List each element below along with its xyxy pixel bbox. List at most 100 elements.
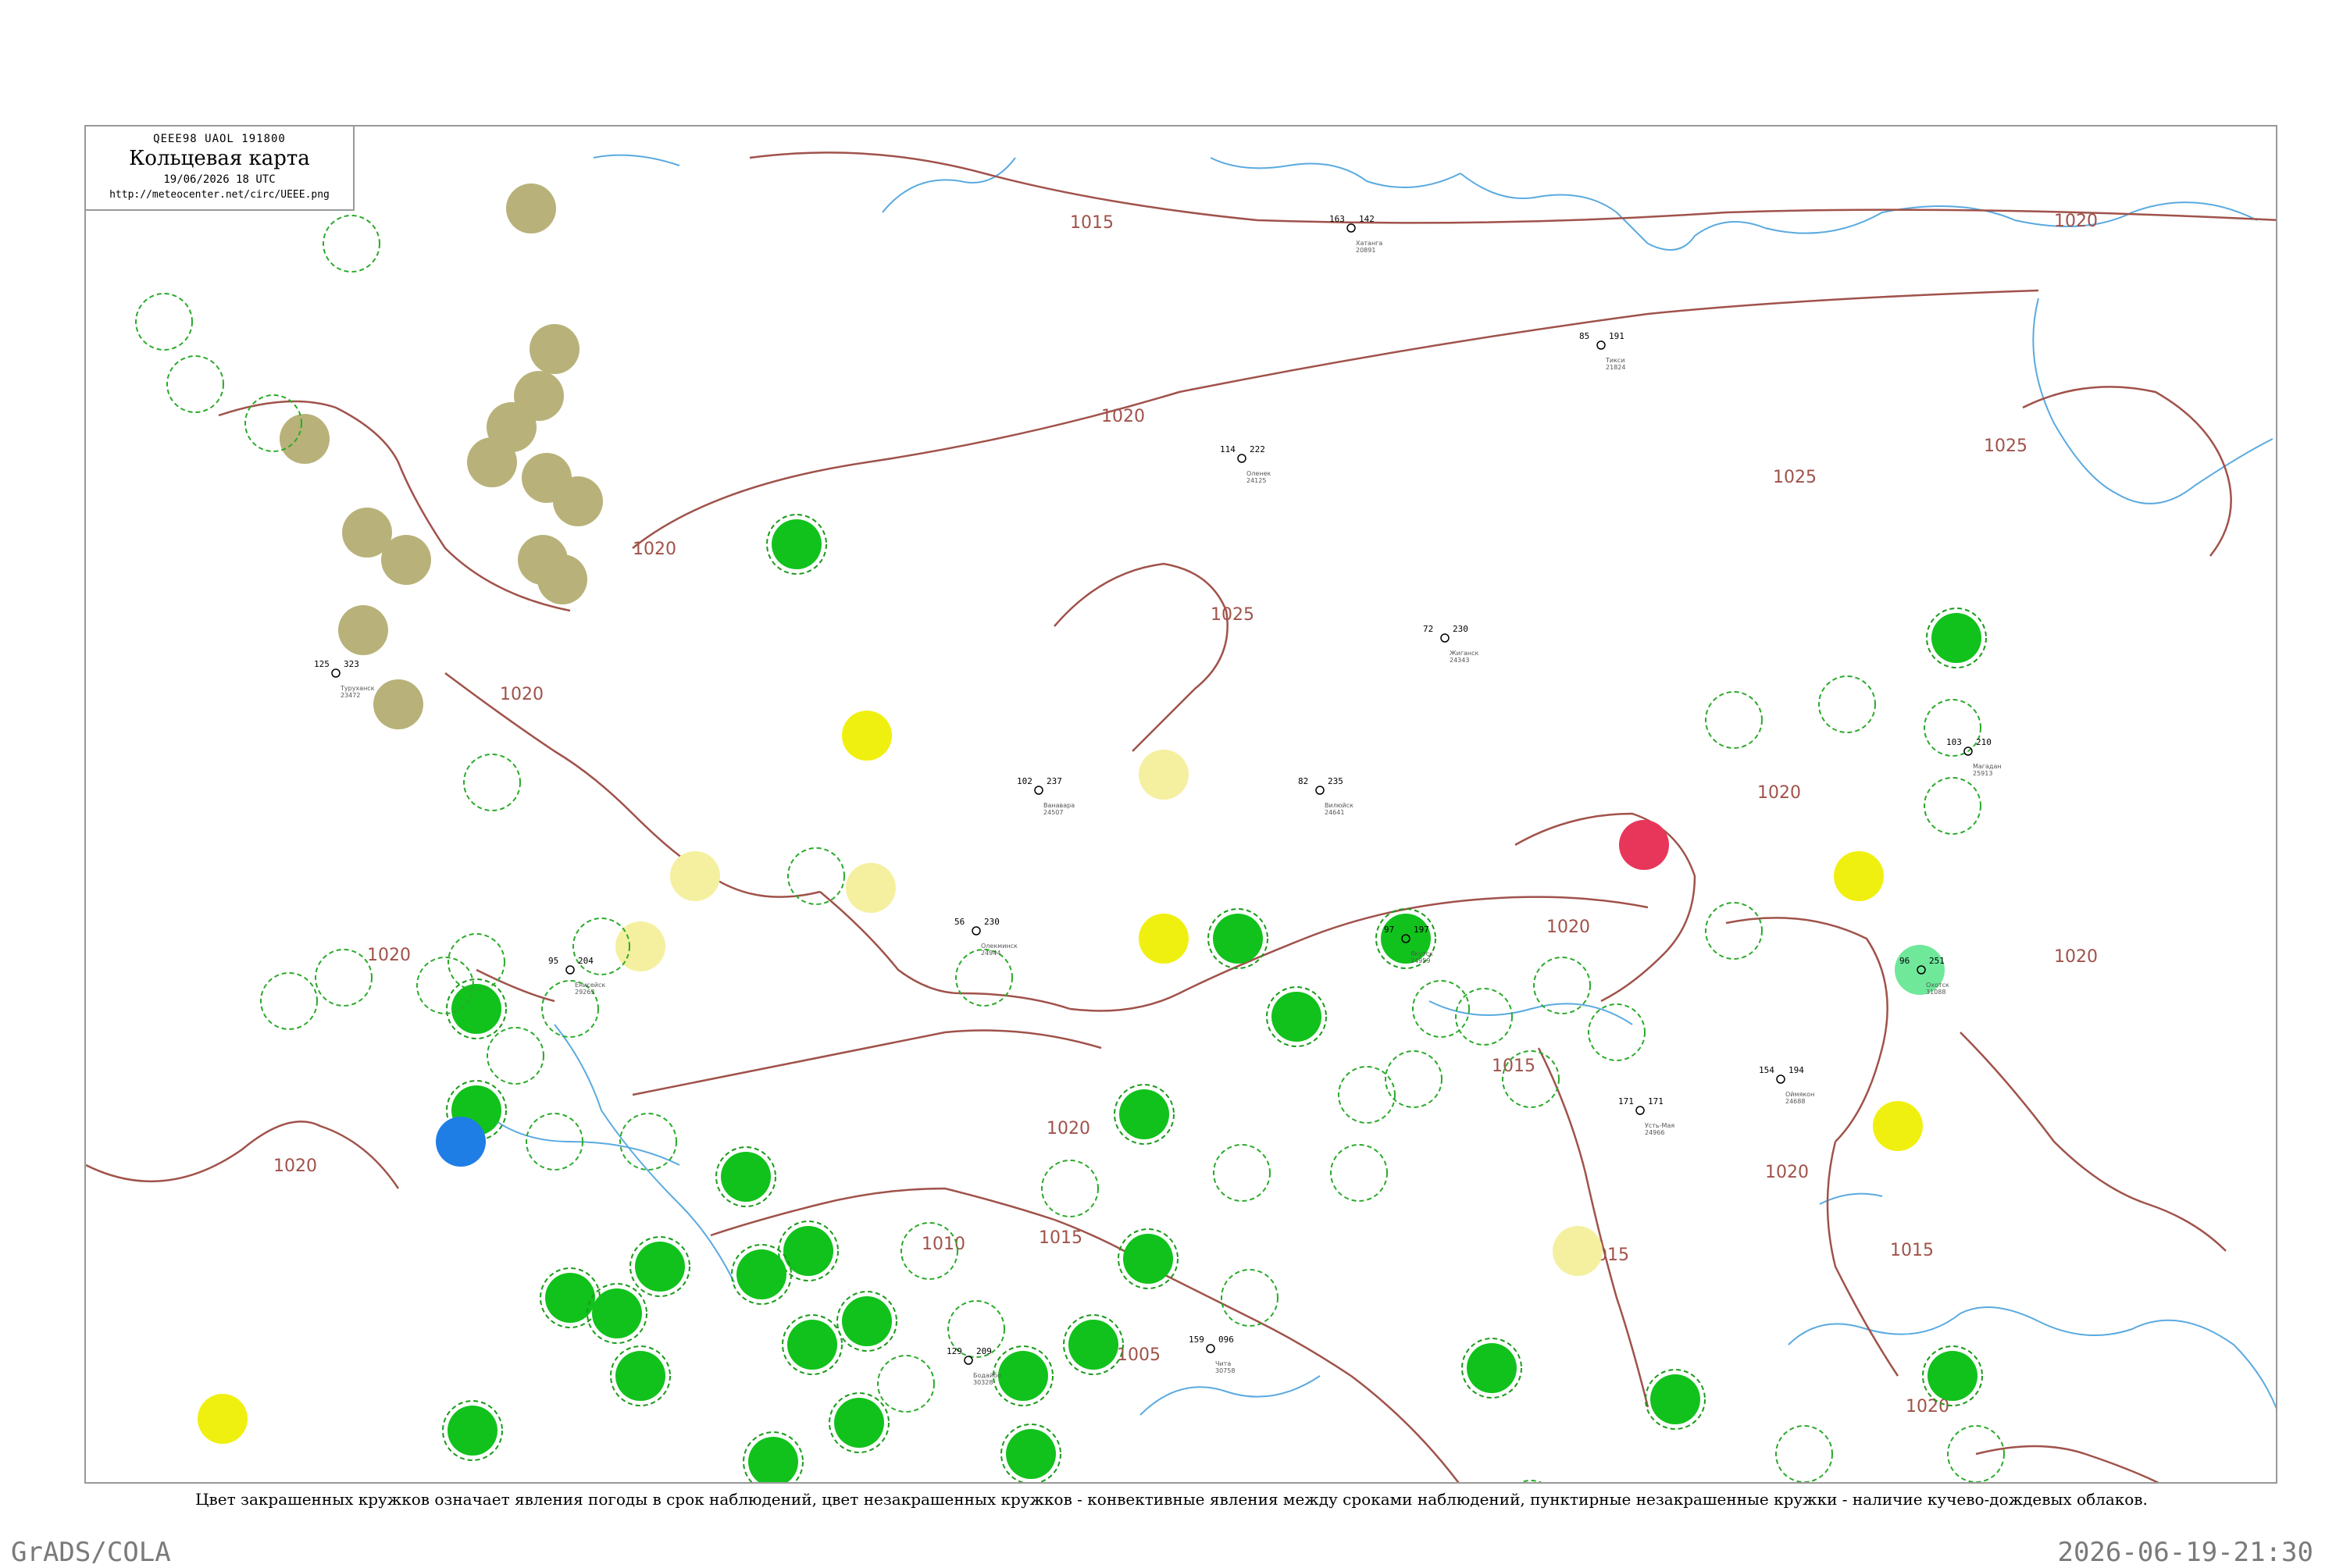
station-name: Бодайбо — [973, 1372, 1001, 1379]
station-temperature: 97 — [1384, 925, 1394, 935]
station-plot: 154 194 Оймякон24688 — [1759, 1065, 1814, 1105]
station-plot: 85 191 Тикси21824 — [1579, 331, 1625, 371]
weather-circle — [736, 1249, 786, 1299]
station-id: 21824 — [1606, 364, 1625, 371]
weather-circle — [846, 863, 896, 913]
station-name: Оймякон — [1785, 1091, 1814, 1098]
weather-circle — [1139, 750, 1189, 800]
cb-ring — [1338, 1066, 1396, 1124]
weather-circle — [1068, 1320, 1118, 1370]
station-plot: 72 230 Жиганск24343 — [1423, 624, 1479, 664]
station-dot — [1596, 340, 1606, 350]
station-pressure: 171 — [1648, 1096, 1664, 1107]
cb-ring — [315, 949, 373, 1007]
station-pressure: 230 — [984, 917, 1000, 927]
station-temperature: 103 — [1946, 737, 1962, 747]
station-id: 24343 — [1450, 657, 1469, 664]
weather-circle — [381, 535, 431, 585]
weather-circle — [1006, 1429, 1056, 1479]
weather-circle — [772, 519, 822, 569]
cb-ring — [1588, 1003, 1646, 1061]
isobar-label: 1020 — [1546, 918, 1590, 937]
station-plot: 103 210 Магадан25913 — [1946, 737, 2002, 777]
weather-circle — [1931, 613, 1981, 663]
cb-ring — [135, 293, 193, 351]
isobar-label: 1020 — [367, 946, 411, 965]
weather-circle — [1619, 820, 1669, 870]
station-name: Енисейск — [575, 982, 605, 989]
station-dot — [1315, 786, 1325, 795]
cb-ring — [1924, 777, 1981, 835]
isobar-label: 1020 — [1765, 1163, 1809, 1182]
station-plot: 102 237 Ванавара24507 — [1017, 776, 1075, 816]
cb-ring — [955, 949, 1013, 1007]
weather-circle — [1467, 1343, 1517, 1393]
station-pressure: 251 — [1929, 956, 1945, 966]
isobar-lines — [86, 151, 2276, 1482]
station-id: 29263 — [575, 989, 594, 996]
map-title: Кольцевая карта — [129, 147, 310, 170]
station-id: 24688 — [1785, 1098, 1805, 1105]
legend-caption: Цвет закрашенных кружков означает явлени… — [195, 1490, 2148, 1509]
station-pressure: 230 — [1453, 624, 1468, 634]
station-temperature: 82 — [1298, 776, 1308, 786]
cb-ring — [1455, 988, 1513, 1046]
weather-circle — [615, 1351, 665, 1401]
station-pressure: 204 — [578, 956, 594, 966]
station-id: 24125 — [1246, 477, 1266, 484]
station-temperature: 154 — [1759, 1065, 1774, 1075]
cb-ring — [1818, 675, 1876, 733]
station-temperature: 95 — [548, 956, 558, 966]
isobar-label: 1020 — [1101, 407, 1145, 426]
weather-circle — [1834, 851, 1884, 901]
station-pressure: 197 — [1414, 925, 1429, 935]
station-dot — [1440, 633, 1450, 643]
bulletin-code: QEEE98 UAOL 191800 — [153, 133, 286, 145]
station-pressure: 237 — [1047, 776, 1062, 786]
station-plot: 56 230 Олекминск24944 — [954, 917, 1018, 957]
station-name: Ванавара — [1043, 802, 1075, 809]
station-id: 30758 — [1215, 1367, 1235, 1374]
weather-circle — [1139, 914, 1189, 964]
cb-ring — [1041, 1160, 1099, 1217]
station-temperature: 96 — [1899, 956, 1910, 966]
water-features — [491, 154, 2276, 1416]
station-name: Магадан — [1973, 763, 2002, 770]
weather-circle — [592, 1288, 642, 1338]
weather-circle — [553, 476, 603, 526]
station-dot — [1237, 454, 1246, 463]
isobar-label: 1020 — [1757, 783, 1801, 803]
weather-circles — [135, 184, 2005, 1482]
station-name: Жиганск — [1450, 650, 1479, 657]
map-area: 1015 1020 1020 1020 1020 1025 1025 1025 … — [84, 125, 2277, 1484]
station-name: Олекминск — [981, 943, 1018, 950]
cb-ring — [166, 355, 224, 413]
station-dot — [964, 1356, 973, 1365]
station-pressure: 235 — [1328, 776, 1343, 786]
station-temperature: 163 — [1329, 214, 1345, 224]
station-temperature: 102 — [1017, 776, 1032, 786]
weather-circle — [721, 1152, 771, 1202]
station-temperature: 56 — [954, 917, 965, 927]
weather-circle — [748, 1437, 798, 1482]
isobar-label: 1020 — [273, 1156, 317, 1176]
station-temperature: 129 — [947, 1346, 962, 1356]
weather-circle — [1271, 992, 1321, 1042]
cb-ring — [448, 933, 505, 991]
weather-circle — [467, 437, 517, 487]
station-plot: 82 235 Вилюйск24641 — [1298, 776, 1353, 816]
station-temperature: 72 — [1423, 624, 1433, 634]
weather-circle — [506, 184, 556, 233]
station-name: Оленек — [1246, 470, 1271, 477]
weather-circle — [451, 984, 501, 1034]
isobar-label: 1015 — [1039, 1228, 1082, 1248]
map-date: 19/06/2026 18 UTC — [163, 173, 276, 186]
station-name: Якутск — [1410, 950, 1433, 957]
weather-circle — [842, 1296, 892, 1346]
station-plot: 125 323 Туруханск23472 — [314, 659, 375, 699]
station-dot — [1776, 1074, 1785, 1084]
weather-circle — [842, 711, 892, 761]
station-id: 31088 — [1926, 989, 1945, 996]
weather-circle — [448, 1406, 497, 1456]
station-temperature: 114 — [1220, 444, 1236, 454]
